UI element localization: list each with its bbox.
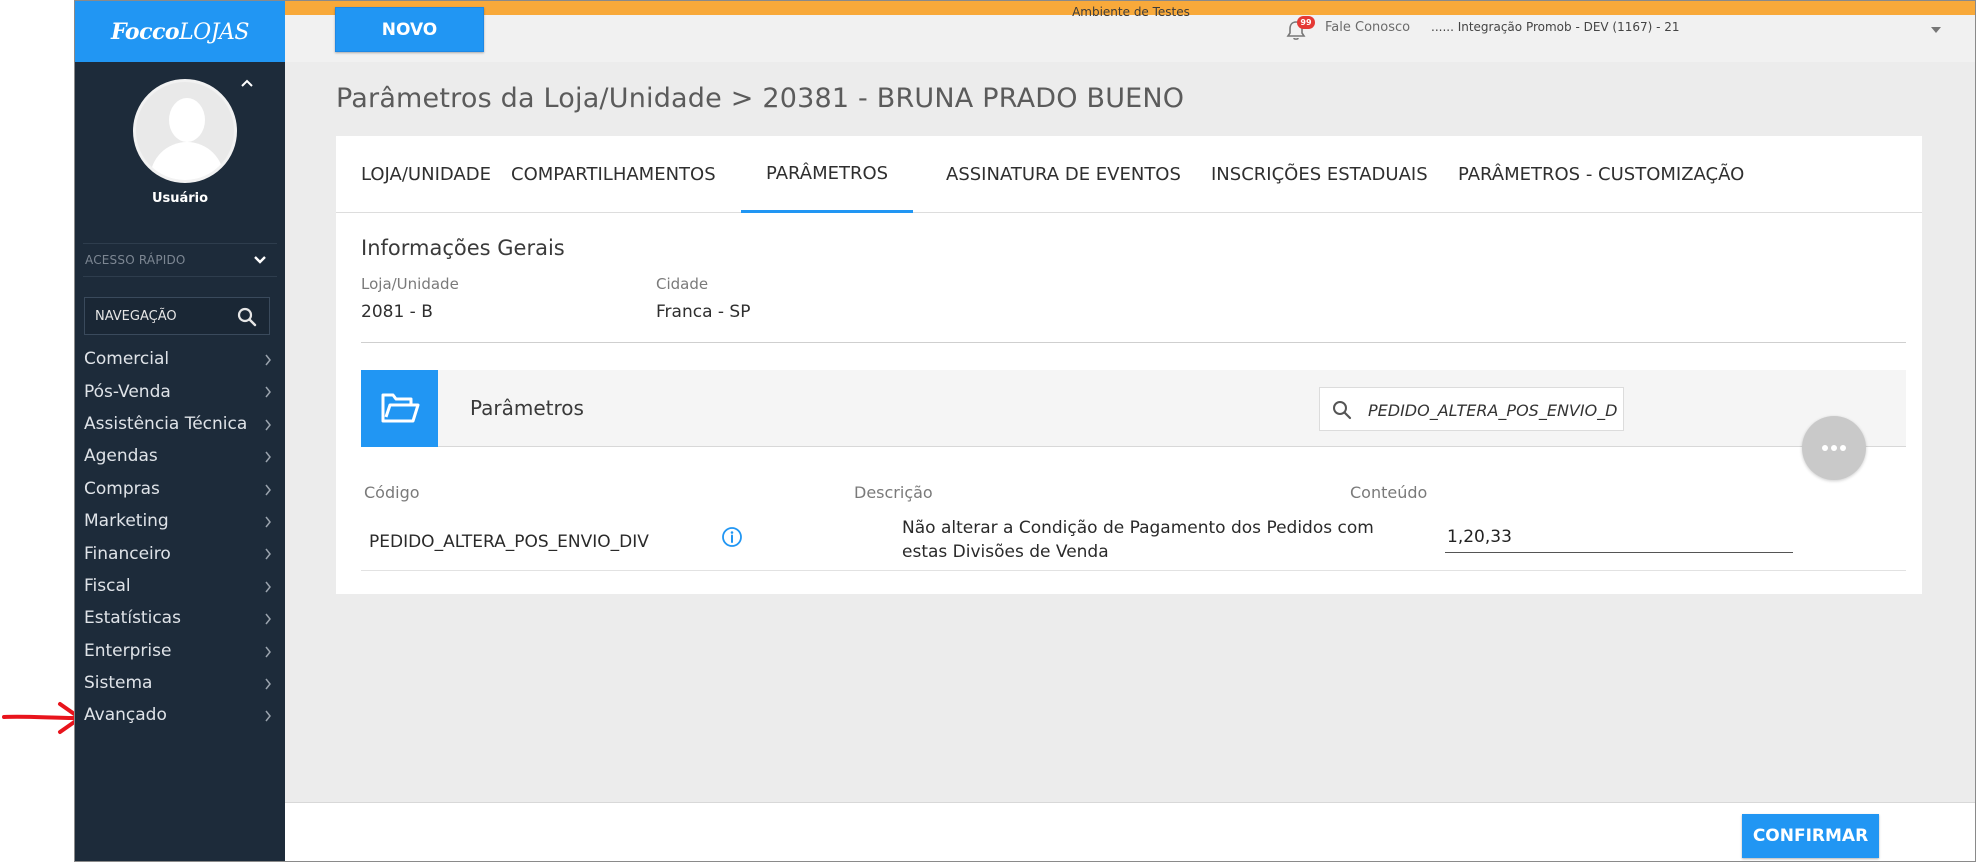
sidebar-item-label: Enterprise <box>84 640 172 661</box>
screenshot-root: FoccoLOJAS Usuário ACESSO RÁPIDO NAVEGAÇ… <box>0 0 1976 862</box>
sidebar-item-label: Avançado <box>84 705 167 726</box>
store-label: Loja/Unidade <box>361 275 459 293</box>
page-title: Parâmetros da Loja/Unidade > 20381 - BRU… <box>336 83 1185 114</box>
chevron-up-icon[interactable] <box>240 77 254 89</box>
sidebar-item-estatisticas[interactable]: Estatísticas <box>75 602 285 634</box>
row-divider <box>361 570 1906 571</box>
avatar-head-shape <box>169 98 205 142</box>
folder-open-icon <box>381 393 419 422</box>
avatar-body-shape <box>150 142 224 180</box>
chevron-right-icon <box>265 419 271 431</box>
chevron-right-icon <box>265 548 271 560</box>
chevron-right-icon <box>265 613 271 625</box>
sidebar-menu: Comercial Pós-Venda Assistência Técnica … <box>75 343 285 732</box>
parameters-header: Parâmetros <box>361 370 1906 447</box>
chevron-right-icon <box>265 354 271 366</box>
environment-label: Ambiente de Testes <box>1072 5 1190 19</box>
context-selector[interactable]: ...... Integração Promob - DEV (1167) - … <box>1431 20 1680 34</box>
logo-text: FoccoLOJAS <box>111 18 249 45</box>
chevron-right-icon <box>265 516 271 528</box>
tab-parametros-customizacao[interactable]: PARÂMETROS - CUSTOMIZAÇÃO <box>1458 136 1744 213</box>
parameter-content-field[interactable] <box>1445 519 1793 553</box>
info-icon[interactable] <box>721 526 743 548</box>
sidebar-item-label: Sistema <box>84 673 153 694</box>
notification-badge: 99 <box>1297 16 1315 29</box>
main-card: LOJA/UNIDADE COMPARTILHAMENTOS PARÂMETRO… <box>336 136 1922 594</box>
chevron-right-icon <box>265 710 271 722</box>
sidebar-item-avancado[interactable]: Avançado <box>75 699 285 731</box>
sidebar-item-enterprise[interactable]: Enterprise <box>75 635 285 667</box>
chevron-down-icon <box>254 256 266 264</box>
parameter-code: PEDIDO_ALTERA_POS_ENVIO_DIV <box>369 532 649 552</box>
app-window: FoccoLOJAS Usuário ACESSO RÁPIDO NAVEGAÇ… <box>74 0 1976 862</box>
chevron-right-icon <box>265 581 271 593</box>
column-header-content: Conteúdo <box>1350 483 1428 502</box>
tab-assinatura-de-eventos[interactable]: ASSINATURA DE EVENTOS <box>946 136 1181 213</box>
tab-loja-unidade[interactable]: LOJA/UNIDADE <box>361 136 491 213</box>
tab-parametros[interactable]: PARÂMETROS <box>741 136 914 213</box>
search-icon <box>1333 401 1352 420</box>
sidebar-item-pos-venda[interactable]: Pós-Venda <box>75 375 285 407</box>
top-bar: Ambiente de Testes NOVO 99 Fale Conosco … <box>285 1 1975 62</box>
user-name: Usuário <box>151 191 209 206</box>
parameter-search-input[interactable] <box>1368 397 1618 423</box>
sidebar-item-label: Assistência Técnica <box>84 413 248 434</box>
sidebar-item-agendas[interactable]: Agendas <box>75 440 285 472</box>
sidebar-item-comercial[interactable]: Comercial <box>75 343 285 375</box>
more-horizontal-icon <box>1822 445 1846 451</box>
parameters-title: Parâmetros <box>470 396 584 420</box>
chevron-right-icon <box>265 451 271 463</box>
parameter-description: Não alterar a Condição de Pagamento dos … <box>902 518 1374 562</box>
search-icon[interactable] <box>237 307 257 327</box>
sidebar-item-assistencia-tecnica[interactable]: Assistência Técnica <box>75 408 285 440</box>
column-header-description: Descrição <box>854 483 933 502</box>
sidebar-item-marketing[interactable]: Marketing <box>75 505 285 537</box>
sidebar-item-label: Estatísticas <box>84 608 181 629</box>
footer-bar: CONFIRMAR <box>285 802 1975 861</box>
sidebar-item-fiscal[interactable]: Fiscal <box>75 570 285 602</box>
sidebar: FoccoLOJAS Usuário ACESSO RÁPIDO NAVEGAÇ… <box>75 1 285 861</box>
sidebar-item-compras[interactable]: Compras <box>75 473 285 505</box>
city-value: Franca - SP <box>656 302 751 322</box>
sidebar-item-label: Comercial <box>84 349 170 370</box>
column-header-code: Código <box>364 483 420 502</box>
sidebar-item-label: Pós-Venda <box>84 381 171 402</box>
store-value: 2081 - B <box>361 302 433 322</box>
sidebar-item-label: Financeiro <box>84 543 171 564</box>
chevron-right-icon <box>265 646 271 657</box>
avatar[interactable] <box>133 79 237 183</box>
app-logo[interactable]: FoccoLOJAS <box>75 1 285 62</box>
sidebar-item-label: Marketing <box>84 511 169 532</box>
confirm-button[interactable]: CONFIRMAR <box>1742 814 1879 858</box>
sidebar-item-label: Agendas <box>84 446 158 467</box>
folder-icon-box <box>361 370 438 447</box>
navigation-search-label: NAVEGAÇÃO <box>95 308 177 324</box>
city-label: Cidade <box>656 275 709 293</box>
navigation-search[interactable]: NAVEGAÇÃO <box>84 297 270 335</box>
quick-access-label: ACESSO RÁPIDO <box>85 253 186 267</box>
tab-bar: LOJA/UNIDADE COMPARTILHAMENTOS PARÂMETRO… <box>336 136 1922 213</box>
quick-access-toggle[interactable]: ACESSO RÁPIDO <box>83 243 277 277</box>
caret-down-icon[interactable] <box>1931 26 1941 34</box>
general-info-title: Informações Gerais <box>361 236 565 260</box>
divider <box>361 342 1906 343</box>
contact-link[interactable]: Fale Conosco <box>1325 20 1410 35</box>
sidebar-item-sistema[interactable]: Sistema <box>75 667 285 699</box>
parameter-search[interactable] <box>1319 387 1624 431</box>
sidebar-item-label: Fiscal <box>84 575 131 596</box>
sidebar-item-financeiro[interactable]: Financeiro <box>75 537 285 569</box>
more-actions-button[interactable] <box>1802 416 1866 480</box>
parameter-content-input[interactable] <box>1447 525 1787 549</box>
chevron-right-icon <box>265 484 271 496</box>
environment-banner: Ambiente de Testes <box>285 1 1975 19</box>
chevron-right-icon <box>265 386 271 398</box>
tab-inscricoes-estaduais[interactable]: INSCRIÇÕES ESTADUAIS <box>1211 136 1428 213</box>
tab-compartilhamentos[interactable]: COMPARTILHAMENTOS <box>511 136 716 213</box>
sidebar-item-label: Compras <box>84 478 160 499</box>
new-button[interactable]: NOVO <box>335 7 484 52</box>
chevron-right-icon <box>265 678 271 690</box>
